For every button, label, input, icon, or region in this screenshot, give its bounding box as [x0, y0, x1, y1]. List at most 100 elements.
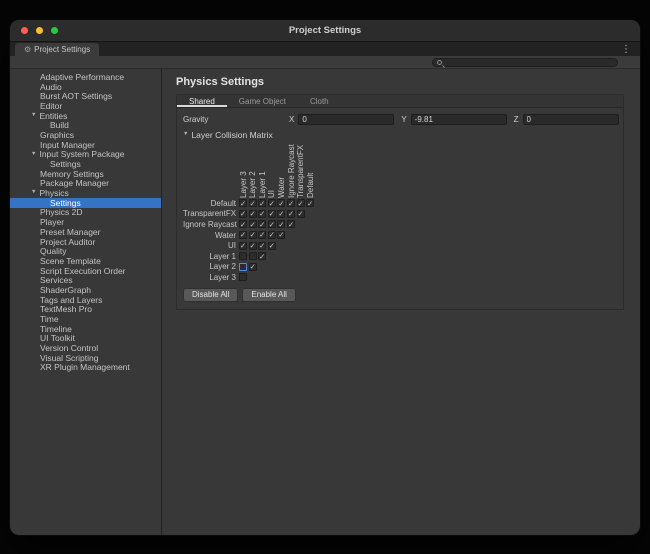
matrix-checkbox-checked[interactable]: ✓ [277, 210, 285, 218]
sidebar-item-package-manager[interactable]: Package Manager [10, 179, 161, 189]
matrix-row-transparentfx: TransparentFX✓✓✓✓✓✓✓ [183, 209, 623, 220]
matrix-checkbox-checked[interactable]: ✓ [258, 231, 266, 239]
matrix-cells: ✓✓✓✓ [239, 242, 277, 250]
matrix-row-default: Default✓✓✓✓✓✓✓✓ [183, 198, 623, 209]
sidebar-item-input-manager[interactable]: Input Manager [10, 140, 161, 150]
sidebar-item-graphics[interactable]: Graphics [10, 130, 161, 140]
sidebar-item-label: Graphics [40, 130, 74, 140]
matrix-checkbox-checked[interactable]: ✓ [239, 242, 247, 250]
matrix-checkbox-checked[interactable]: ✓ [249, 263, 257, 271]
matrix-buttons: Disable All Enable All [183, 288, 623, 303]
matrix-checkbox-checked[interactable]: ✓ [268, 210, 276, 218]
sidebar-item-xr-plugin-management[interactable]: XR Plugin Management [10, 363, 161, 373]
gravity-z-input[interactable] [523, 114, 619, 125]
gravity-row: Gravity X Y Z [183, 114, 619, 125]
search-input[interactable] [445, 59, 613, 66]
gravity-y-input[interactable] [411, 114, 507, 125]
enable-all-button[interactable]: Enable All [242, 288, 296, 303]
matrix-checkbox-checked[interactable]: ✓ [258, 252, 266, 260]
matrix-checkbox-unchecked[interactable] [249, 252, 257, 260]
sidebar-item-services[interactable]: Services [10, 275, 161, 285]
disable-all-button[interactable]: Disable All [183, 288, 238, 303]
matrix-checkbox-checked[interactable]: ✓ [258, 220, 266, 228]
layer-collision-matrix-foldout[interactable]: ▼ Layer Collision Matrix [183, 130, 623, 140]
matrix-checkbox-checked[interactable]: ✓ [277, 220, 285, 228]
sidebar-item-preset-manager[interactable]: Preset Manager [10, 227, 161, 237]
zoom-button[interactable] [51, 27, 58, 34]
matrix-checkbox-unchecked[interactable] [239, 252, 247, 260]
matrix-checkbox-checked[interactable]: ✓ [306, 199, 314, 207]
sidebar-item-shadergraph[interactable]: ShaderGraph [10, 285, 161, 295]
matrix-checkbox-checked[interactable]: ✓ [297, 210, 305, 218]
matrix-checkbox-checked[interactable]: ✓ [287, 210, 295, 218]
matrix-checkbox-checked[interactable]: ✓ [239, 231, 247, 239]
sidebar-item-textmesh-pro[interactable]: TextMesh Pro [10, 305, 161, 315]
matrix-checkbox-checked[interactable]: ✓ [249, 199, 257, 207]
matrix-checkbox-checked[interactable]: ✓ [249, 231, 257, 239]
sidebar-item-entities[interactable]: ▼Entities [10, 111, 161, 121]
sidebar-item-player[interactable]: Player [10, 217, 161, 227]
project-settings-tab[interactable]: ⚙ Project Settings [15, 43, 99, 56]
sidebar-item-audio[interactable]: Audio [10, 82, 161, 92]
tab-shared[interactable]: Shared [177, 95, 227, 107]
matrix-checkbox-checked[interactable]: ✓ [268, 242, 276, 250]
sidebar-item-tags-and-layers[interactable]: Tags and Layers [10, 295, 161, 305]
search-box[interactable] [432, 58, 618, 67]
sidebar-item-adaptive-performance[interactable]: Adaptive Performance [10, 72, 161, 82]
gravity-x-group: X [289, 114, 394, 125]
matrix-checkbox-unchecked[interactable] [239, 273, 247, 281]
sidebar-item-editor[interactable]: Editor [10, 101, 161, 111]
minimize-button[interactable] [36, 27, 43, 34]
matrix-checkbox-checked[interactable]: ✓ [268, 231, 276, 239]
matrix-checkbox-unchecked[interactable] [239, 263, 247, 271]
matrix-checkbox-checked[interactable]: ✓ [239, 220, 247, 228]
sidebar-item-visual-scripting[interactable]: Visual Scripting [10, 353, 161, 363]
sidebar-item-memory-settings[interactable]: Memory Settings [10, 169, 161, 179]
matrix-column-label: Default [306, 173, 315, 198]
gravity-x-input[interactable] [298, 114, 394, 125]
matrix-checkbox-checked[interactable]: ✓ [239, 199, 247, 207]
sidebar-item-settings[interactable]: Settings [10, 159, 161, 169]
matrix-checkbox-checked[interactable]: ✓ [249, 220, 257, 228]
foldout-arrow-icon[interactable]: ▼ [31, 190, 36, 196]
matrix-checkbox-checked[interactable]: ✓ [258, 210, 266, 218]
sidebar-item-settings[interactable]: Settings [10, 198, 161, 208]
matrix-checkbox-checked[interactable]: ✓ [239, 210, 247, 218]
sidebar-item-input-system-package[interactable]: ▼Input System Package [10, 150, 161, 160]
sidebar-item-time[interactable]: Time [10, 314, 161, 324]
matrix-checkbox-checked[interactable]: ✓ [258, 199, 266, 207]
sidebar-item-physics-2d[interactable]: Physics 2D [10, 208, 161, 218]
tab-game-object[interactable]: Game Object [227, 95, 298, 107]
sidebar-item-scene-template[interactable]: Scene Template [10, 256, 161, 266]
matrix-checkbox-checked[interactable]: ✓ [258, 242, 266, 250]
sidebar-item-burst-aot-settings[interactable]: Burst AOT Settings [10, 91, 161, 101]
tab-cloth[interactable]: Cloth [298, 95, 341, 107]
foldout-arrow-icon[interactable]: ▼ [31, 152, 36, 158]
foldout-arrow-icon[interactable]: ▼ [31, 113, 36, 119]
sidebar-item-physics[interactable]: ▼Physics [10, 188, 161, 198]
matrix-checkbox-checked[interactable]: ✓ [287, 220, 295, 228]
matrix-checkbox-checked[interactable]: ✓ [268, 199, 276, 207]
more-options-icon[interactable]: ⋮ [621, 42, 631, 56]
sidebar-item-label: Scene Template [40, 256, 101, 266]
matrix-checkbox-checked[interactable]: ✓ [249, 210, 257, 218]
sidebar-item-timeline[interactable]: Timeline [10, 324, 161, 334]
matrix-checkbox-checked[interactable]: ✓ [277, 231, 285, 239]
sidebar-item-label: Burst AOT Settings [40, 91, 112, 101]
matrix-cells: ✓✓✓✓✓✓ [239, 220, 297, 228]
search-icon [437, 60, 442, 65]
close-button[interactable] [21, 27, 28, 34]
sidebar-item-build[interactable]: Build [10, 120, 161, 130]
matrix-checkbox-checked[interactable]: ✓ [287, 199, 295, 207]
matrix-checkbox-checked[interactable]: ✓ [277, 199, 285, 207]
sidebar-item-quality[interactable]: Quality [10, 246, 161, 256]
sidebar-item-version-control[interactable]: Version Control [10, 343, 161, 353]
sidebar-item-script-execution-order[interactable]: Script Execution Order [10, 266, 161, 276]
matrix-checkbox-checked[interactable]: ✓ [268, 220, 276, 228]
layer-collision-matrix: Layer 3Layer 2Layer 1UIWaterIgnore Rayca… [183, 142, 623, 302]
matrix-checkbox-checked[interactable]: ✓ [249, 242, 257, 250]
matrix-column-label: UI [267, 190, 276, 198]
sidebar-item-project-auditor[interactable]: Project Auditor [10, 237, 161, 247]
matrix-checkbox-checked[interactable]: ✓ [297, 199, 305, 207]
sidebar-item-ui-toolkit[interactable]: UI Toolkit [10, 334, 161, 344]
